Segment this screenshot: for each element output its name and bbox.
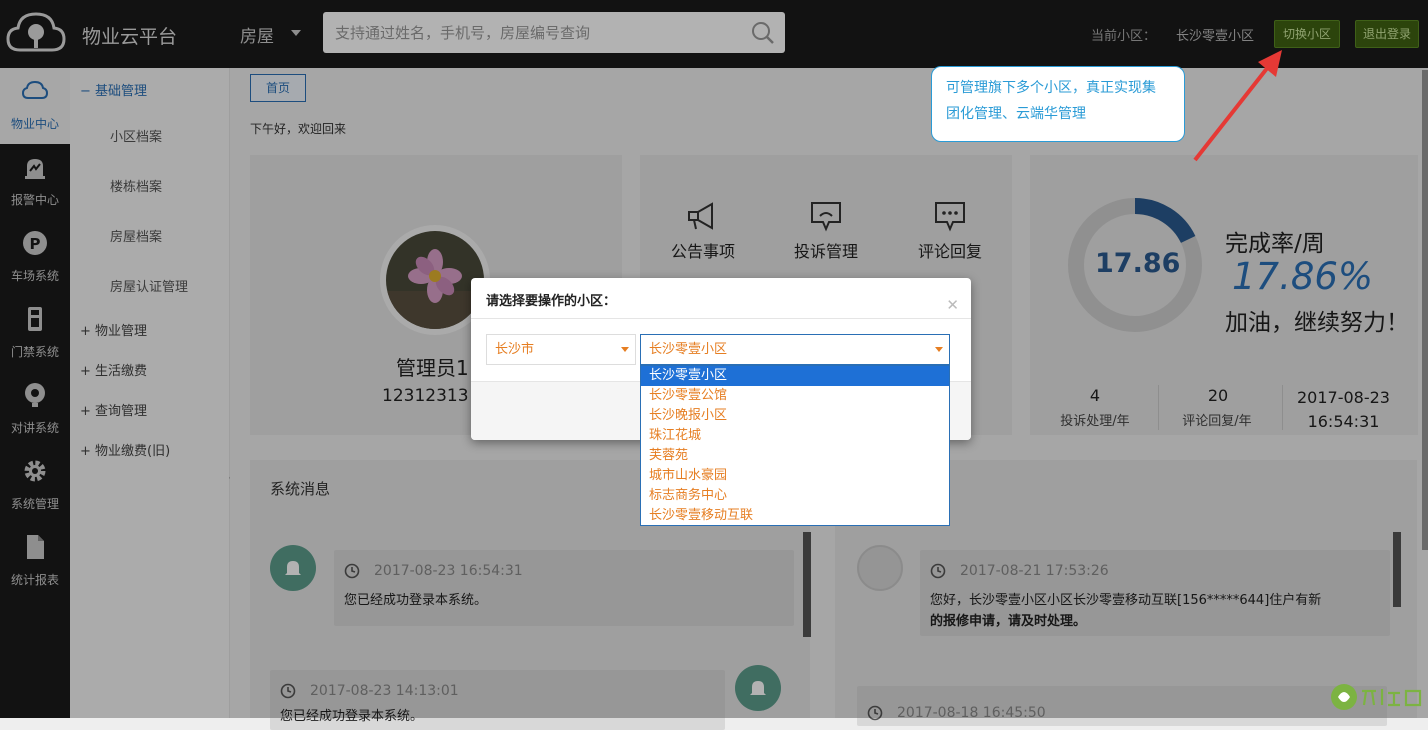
close-icon[interactable]: ✕ [946, 296, 959, 314]
dropdown-option[interactable]: 长沙零壹移动互联 [641, 506, 949, 526]
dropdown-option[interactable]: 城市山水豪园 [641, 466, 949, 486]
watermark-logo [1331, 684, 1422, 710]
dropdown-option[interactable]: 长沙晚报小区 [641, 406, 949, 426]
pointer-arrow [1193, 50, 1282, 162]
community-select[interactable]: 长沙零壹小区 [640, 334, 950, 365]
dropdown-option[interactable]: 长沙零壹小区 [641, 366, 949, 386]
dropdown-option[interactable]: 长沙零壹公馆 [641, 386, 949, 406]
caret-down-icon [935, 347, 943, 352]
modal-title: 请选择要操作的小区： [486, 294, 617, 309]
dropdown-option[interactable]: 芙蓉苑 [641, 446, 949, 466]
dropdown-option[interactable]: 珠江花城 [641, 426, 949, 446]
caret-down-icon [621, 347, 629, 352]
feature-tooltip: 可管理旗下多个小区，真正实现集 团化管理、云端华管理 [931, 66, 1185, 142]
dropdown-option[interactable]: 标志商务中心 [641, 486, 949, 506]
community-dropdown-list: 长沙零壹小区 长沙零壹公馆 长沙晚报小区 珠江花城 芙蓉苑 城市山水豪园 标志商… [640, 365, 950, 526]
city-select[interactable]: 长沙市 [486, 334, 636, 365]
tooltip-line: 可管理旗下多个小区，真正实现集 [946, 80, 1156, 96]
modal-divider [471, 318, 971, 319]
tooltip-line: 团化管理、云端华管理 [946, 106, 1086, 122]
